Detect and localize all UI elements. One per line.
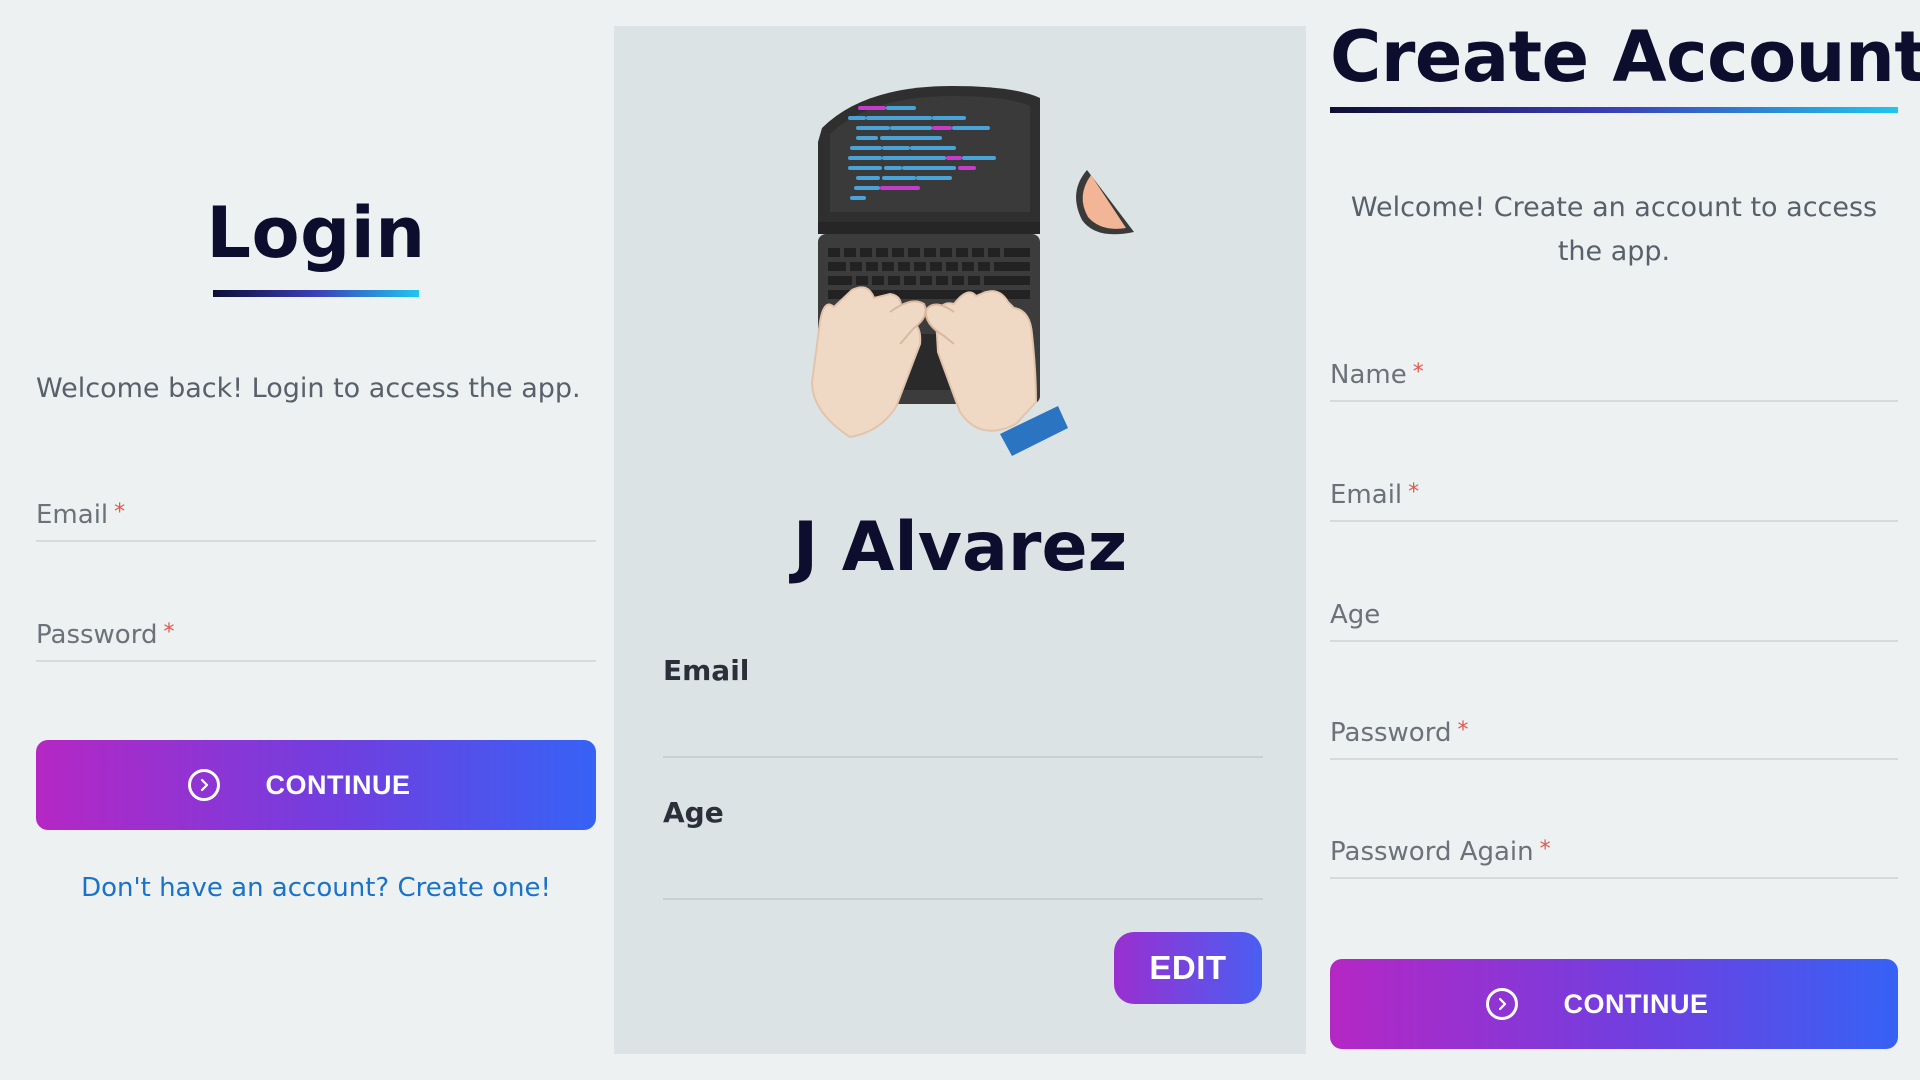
profile-age-value [663, 829, 1263, 869]
create-title-underline [1330, 107, 1898, 113]
profile-age-field: Age [663, 796, 1263, 900]
create-age-field[interactable]: Age [1330, 600, 1898, 642]
login-continue-button[interactable]: CONTINUE [36, 740, 596, 830]
create-name-field[interactable]: Name * [1330, 360, 1898, 402]
login-email-label: Email [36, 500, 109, 530]
create-account-link[interactable]: Don't have an account? Create one! [36, 873, 596, 903]
login-password-label: Password [36, 620, 158, 650]
create-email-label: Email [1330, 480, 1403, 510]
profile-email-value [663, 687, 1263, 727]
profile-age-label: Age [663, 796, 724, 829]
create-age-label: Age [1330, 600, 1381, 630]
create-name-label: Name [1330, 360, 1407, 390]
create-account-title: Create Account [1330, 16, 1920, 98]
login-password-field[interactable]: Password * [36, 620, 596, 662]
create-password-again-label: Password Again [1330, 837, 1534, 867]
create-account-panel: Create Account Welcome! Create an accoun… [1306, 0, 1920, 1080]
required-mark: * [1408, 480, 1420, 505]
profile-name: J Alvarez [792, 508, 1128, 587]
required-mark: * [1539, 837, 1551, 862]
create-continue-button[interactable]: CONTINUE [1330, 959, 1898, 1049]
laptop-typing-illustration [804, 72, 1144, 472]
login-welcome-text: Welcome back! Login to access the app. [36, 373, 581, 404]
login-continue-label: CONTINUE [265, 769, 411, 800]
profile-email-label: Email [663, 654, 750, 687]
required-mark: * [163, 620, 175, 645]
chevron-right-circle-icon [1485, 988, 1518, 1020]
login-title-underline [213, 290, 419, 297]
coffee-mug-icon [1076, 170, 1134, 235]
create-password-again-field[interactable]: Password Again * [1330, 837, 1898, 879]
required-mark: * [114, 500, 126, 525]
login-panel: Login Welcome back! Login to access the … [0, 0, 614, 1080]
create-password-label: Password [1330, 718, 1452, 748]
create-password-field[interactable]: Password * [1330, 718, 1898, 760]
required-mark: * [1457, 718, 1469, 743]
login-email-field[interactable]: Email * [36, 500, 596, 542]
create-continue-label: CONTINUE [1563, 988, 1709, 1019]
profile-panel: J Alvarez Email Age EDIT [614, 26, 1306, 1054]
profile-email-field: Email [663, 654, 1263, 758]
create-email-field[interactable]: Email * [1330, 480, 1898, 522]
login-title: Login [206, 192, 426, 274]
create-welcome-text: Welcome! Create an account to access the… [1350, 192, 1878, 267]
required-mark: * [1412, 360, 1424, 385]
edit-profile-button[interactable]: EDIT [1114, 932, 1262, 1004]
chevron-right-circle-icon [187, 769, 220, 801]
